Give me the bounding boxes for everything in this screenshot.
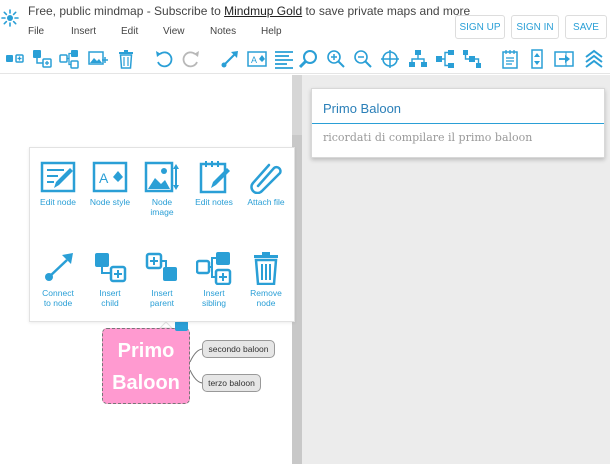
root-node-label: Primo Baloon — [112, 340, 180, 394]
search-icon[interactable] — [297, 48, 319, 70]
ctx-insert-parent-label: Insert parent — [149, 288, 175, 308]
banner-suffix: to save private maps and more — [302, 4, 471, 18]
menu-bar: File Insert Edit View Notes Help — [28, 26, 282, 37]
ctx-insert-child[interactable]: Insert child — [84, 251, 136, 308]
layout-left-right-icon[interactable] — [461, 48, 483, 70]
add-child-icon[interactable] — [4, 48, 26, 70]
notes-icon[interactable] — [499, 48, 521, 70]
child-node-terzo[interactable]: terzo baloon — [202, 374, 261, 392]
mindmup-app: Free, public mindmap - Subscribe to Mind… — [0, 0, 610, 464]
collapse-icon[interactable] — [583, 48, 605, 70]
menu-file[interactable]: File — [28, 26, 71, 37]
ctx-insert-parent[interactable]: Insert parent — [136, 251, 188, 308]
layout-top-down-icon[interactable] — [407, 48, 429, 70]
notes-body[interactable]: ricordati di compilare il primo baloon — [323, 131, 532, 144]
node-image-icon — [144, 161, 179, 193]
ctx-insert-sibling[interactable]: Insert sibling — [188, 251, 240, 308]
ctx-attach-file-label: Attach file — [247, 197, 285, 207]
toolbar: A — [0, 44, 610, 74]
ctx-edit-node-label: Edit node — [40, 197, 76, 207]
banner-prefix: Free, public mindmap - Subscribe to — [28, 4, 225, 18]
ctx-edit-node[interactable]: Edit node — [32, 160, 84, 207]
svg-text:A: A — [251, 55, 257, 65]
text-align-icon[interactable] — [273, 48, 295, 70]
insert-parent-icon — [145, 252, 177, 281]
reset-view-icon[interactable] — [379, 48, 401, 70]
root-node[interactable]: Primo Baloon — [102, 328, 190, 404]
layout-horizontal-icon[interactable] — [434, 48, 456, 70]
ctx-connect-node-label: Connect to node — [42, 288, 74, 308]
zoom-in-icon[interactable] — [325, 48, 347, 70]
ctx-remove-node-label: Remove node — [250, 288, 282, 308]
add-parent-icon[interactable] — [58, 48, 80, 70]
ctx-node-image[interactable]: Node image — [136, 160, 188, 217]
mindmup-gold-link[interactable]: Mindmup Gold — [224, 4, 302, 18]
ctx-connect-node[interactable]: Connect to node — [32, 251, 84, 308]
column-icon[interactable] — [526, 48, 548, 70]
ctx-attach-file[interactable]: Attach file — [240, 160, 292, 207]
top-bar: Free, public mindmap - Subscribe to Mind… — [0, 0, 610, 44]
ctx-node-image-label: Node image — [150, 197, 174, 217]
save-button[interactable]: SAVE — [565, 15, 607, 39]
insert-sibling-icon — [196, 252, 232, 285]
connect-icon[interactable] — [219, 48, 241, 70]
undo-icon[interactable] — [153, 48, 175, 70]
add-image-icon[interactable] — [87, 48, 109, 70]
node-style-icon[interactable]: A — [246, 48, 268, 70]
svg-text:A: A — [99, 170, 109, 186]
connect-node-icon — [45, 253, 73, 281]
notes-card[interactable]: Primo Baloon ricordati di compilare il p… — [311, 88, 605, 158]
edit-notes-icon — [199, 161, 230, 194]
menu-help[interactable]: Help — [261, 26, 282, 37]
child-node-secondo[interactable]: secondo baloon — [202, 340, 275, 358]
sign-up-button[interactable]: SIGN UP — [455, 15, 505, 39]
notes-divider — [312, 123, 604, 124]
remove-node-icon — [254, 252, 278, 285]
menu-notes[interactable]: Notes — [210, 26, 261, 37]
menu-edit[interactable]: Edit — [121, 26, 163, 37]
ctx-insert-sibling-label: Insert sibling — [201, 288, 227, 308]
insert-child-icon — [95, 253, 127, 283]
subscription-banner: Free, public mindmap - Subscribe to Mind… — [28, 4, 470, 18]
ctx-node-style[interactable]: A Node style — [84, 160, 136, 207]
node-style-icon: A — [92, 161, 128, 193]
export-icon[interactable] — [553, 48, 575, 70]
zoom-out-icon[interactable] — [352, 48, 374, 70]
attach-file-icon — [250, 163, 282, 194]
node-attachment-badge-icon[interactable] — [175, 321, 188, 331]
mindmup-logo-icon[interactable] — [0, 8, 20, 28]
notes-title: Primo Baloon — [323, 101, 402, 116]
ctx-node-style-label: Node style — [89, 197, 131, 207]
sign-in-button[interactable]: SIGN IN — [511, 15, 559, 39]
add-sibling-icon[interactable] — [31, 48, 53, 70]
menu-view[interactable]: View — [163, 26, 210, 37]
edit-node-icon — [40, 161, 76, 193]
redo-icon[interactable] — [180, 48, 202, 70]
node-context-menu: Edit node A Node style Node image Edit n… — [29, 147, 295, 322]
delete-icon[interactable] — [115, 48, 137, 70]
ctx-remove-node[interactable]: Remove node — [240, 251, 292, 308]
ctx-edit-notes[interactable]: Edit notes — [188, 160, 240, 207]
ctx-edit-notes-label: Edit notes — [195, 197, 233, 207]
menu-insert[interactable]: Insert — [71, 26, 121, 37]
ctx-insert-child-label: Insert child — [99, 288, 121, 308]
